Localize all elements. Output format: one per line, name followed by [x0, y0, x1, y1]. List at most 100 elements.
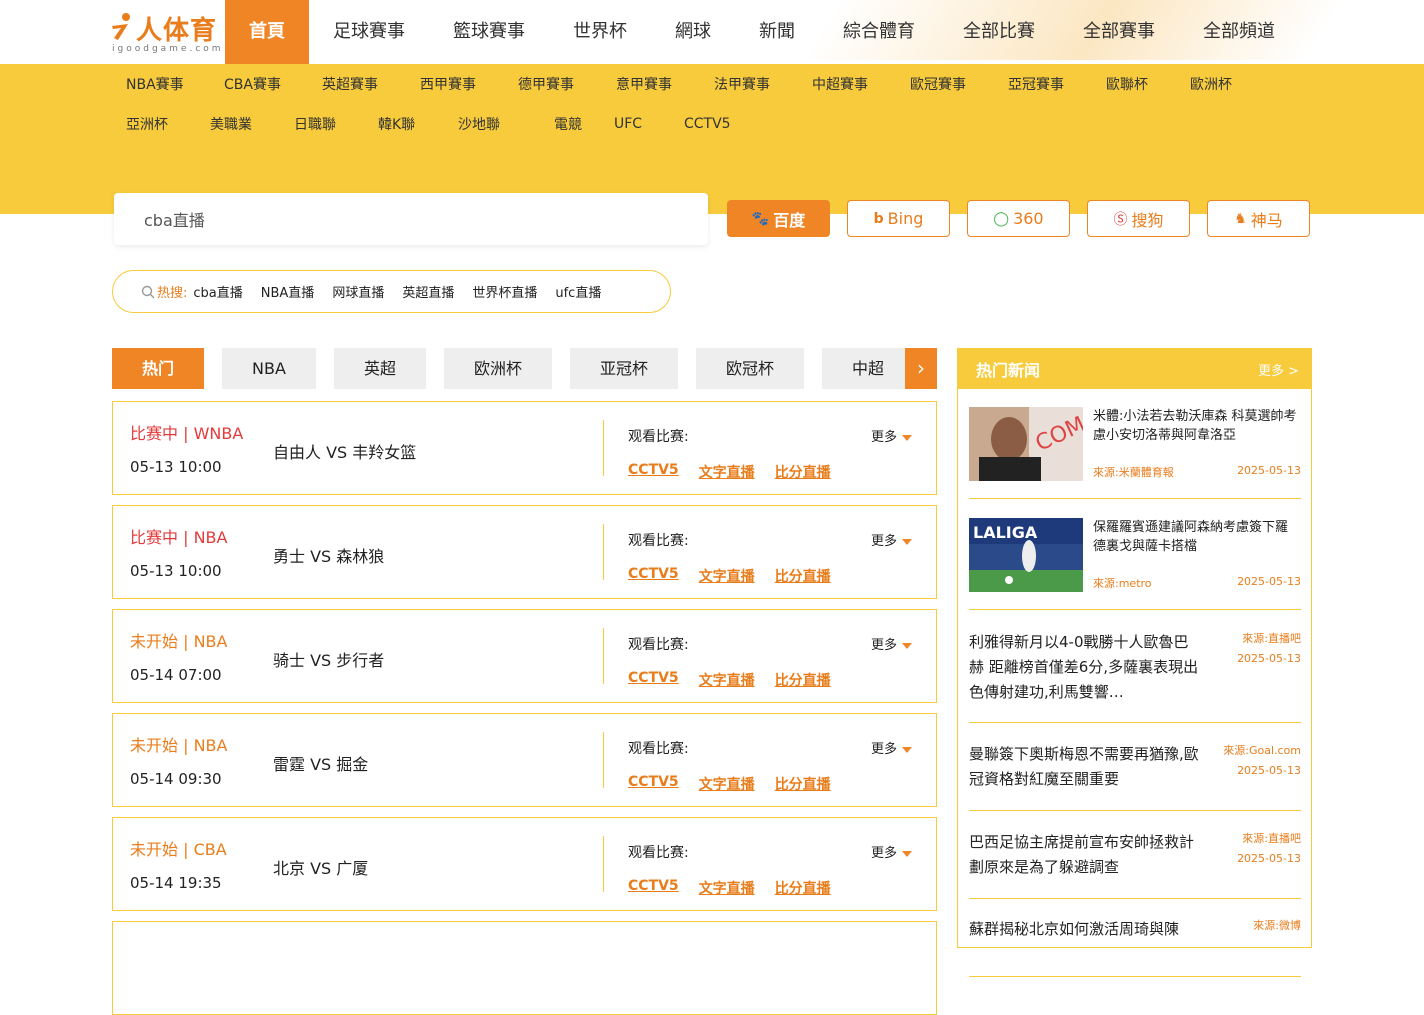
news-headline[interactable]: 保羅羅賓遜建議阿森納考慮簽下羅德裏戈與薩卡搭檔 [1093, 518, 1298, 556]
link-text-live[interactable]: 文字直播 [699, 670, 755, 690]
hot-keyword[interactable]: cba直播 [193, 282, 242, 301]
nav-worldcup[interactable]: 世界杯 [549, 0, 651, 64]
subnav-item[interactable]: 日職聯 [280, 114, 364, 134]
nav-all-channels[interactable]: 全部頻道 [1179, 0, 1299, 64]
news-item[interactable]: 曼聯簽下奧斯梅恩不需要再猶豫,歐冠資格對紅魔至關重要 來源:Goal.com 2… [969, 742, 1301, 811]
match-card[interactable]: 比赛中 | WNBA 05-13 10:00 自由人 VS 丰羚女篮 观看比赛:… [112, 401, 937, 495]
match-teams[interactable]: 北京 VS 广厦 [273, 855, 368, 879]
subnav-item[interactable]: 亞洲杯 [112, 114, 196, 134]
news-item[interactable]: LALIGA 保羅羅賓遜建議阿森納考慮簽下羅德裏戈與薩卡搭檔 來源:metro … [969, 518, 1301, 610]
match-card[interactable] [112, 921, 937, 1015]
engine-sogou-button[interactable]: Ⓢ 搜狗 [1087, 200, 1190, 237]
match-teams[interactable]: 雷霆 VS 掘金 [273, 751, 368, 775]
nav-basketball[interactable]: 籃球賽事 [429, 0, 549, 64]
nav-all-events[interactable]: 全部賽事 [1059, 0, 1179, 64]
link-cctv5[interactable]: CCTV5 [628, 462, 679, 482]
link-score-live[interactable]: 比分直播 [775, 774, 831, 794]
news-headline[interactable]: 米體:小法若去勒沃庫森 科莫選帥考慮小安切洛蒂與阿韋洛亞 [1093, 407, 1298, 445]
more-dropdown[interactable]: 更多 [871, 842, 913, 861]
link-cctv5[interactable]: CCTV5 [628, 566, 679, 586]
subnav-item[interactable]: 歐冠賽事 [896, 74, 994, 94]
subnav-item[interactable]: 英超賽事 [308, 74, 406, 94]
news-thumbnail[interactable]: LALIGA [969, 518, 1083, 592]
news-headline[interactable]: 曼聯簽下奧斯梅恩不需要再猶豫,歐冠資格對紅魔至關重要 [969, 742, 1199, 792]
nav-news[interactable]: 新聞 [735, 0, 819, 64]
tab-csl[interactable]: 中超 [822, 348, 914, 389]
subnav-item[interactable]: NBA賽事 [112, 74, 210, 94]
hot-keyword[interactable]: 世界杯直播 [472, 282, 537, 301]
more-dropdown[interactable]: 更多 [871, 738, 913, 757]
subnav-item[interactable]: 沙地聯 [444, 114, 540, 134]
link-score-live[interactable]: 比分直播 [775, 462, 831, 482]
more-dropdown[interactable]: 更多 [871, 634, 913, 653]
news-source: 來源:Goal.com [1223, 744, 1301, 757]
news-more-link[interactable]: 更多 > [1258, 360, 1299, 379]
match-card[interactable]: 比赛中 | NBA 05-13 10:00 勇士 VS 森林狼 观看比赛: 更多… [112, 505, 937, 599]
engine-baidu-button[interactable]: 🐾 百度 [727, 200, 830, 237]
news-item[interactable]: 巴西足協主席提前宣布安帥拯救計劃原來是為了躲避調查 來源:直播吧 2025-05… [969, 830, 1301, 899]
news-item[interactable]: 利雅得新月以4-0戰勝十人歐魯巴赫 距離榜首僅差6分,多薩裏表現出色傳射建功,利… [969, 630, 1301, 723]
link-text-live[interactable]: 文字直播 [699, 774, 755, 794]
tabs-next-arrow-icon[interactable]: › [905, 348, 937, 389]
match-teams[interactable]: 自由人 VS 丰羚女篮 [273, 439, 416, 463]
subnav-item[interactable]: UFC [600, 116, 670, 132]
link-cctv5[interactable]: CCTV5 [628, 670, 679, 690]
hot-keyword[interactable]: ufc直播 [555, 282, 601, 301]
match-teams[interactable]: 骑士 VS 步行者 [273, 647, 384, 671]
news-thumbnail[interactable]: COMO [969, 407, 1083, 481]
subnav-item[interactable]: 韓K聯 [364, 114, 444, 134]
nav-general[interactable]: 綜合體育 [819, 0, 939, 64]
news-item[interactable]: 蘇群揭秘北京如何激活周琦與陳 來源:微博 [969, 917, 1301, 977]
engine-360-button[interactable]: ◯ 360 [967, 200, 1070, 237]
hot-keyword[interactable]: NBA直播 [261, 282, 315, 301]
subnav-item[interactable]: 歐聯杯 [1092, 74, 1176, 94]
engine-shenma-button[interactable]: ♞ 神马 [1207, 200, 1310, 237]
hot-keyword[interactable]: 网球直播 [332, 282, 384, 301]
more-dropdown[interactable]: 更多 [871, 426, 913, 445]
search-input[interactable] [114, 193, 708, 245]
subnav-item[interactable]: 中超賽事 [798, 74, 896, 94]
news-headline[interactable]: 蘇群揭秘北京如何激活周琦與陳 [969, 917, 1199, 942]
match-card[interactable]: 未开始 | NBA 05-14 07:00 骑士 VS 步行者 观看比赛: 更多… [112, 609, 937, 703]
link-score-live[interactable]: 比分直播 [775, 670, 831, 690]
hot-keyword[interactable]: 英超直播 [402, 282, 454, 301]
engine-bing-button[interactable]: b Bing [847, 200, 950, 237]
match-time: 05-14 19:35 [130, 874, 222, 892]
tab-afc-cup[interactable]: 亚冠杯 [570, 348, 678, 389]
site-logo[interactable]: 人体育 igoodgame.com [110, 8, 221, 56]
news-item[interactable]: COMO 米體:小法若去勒沃庫森 科莫選帥考慮小安切洛蒂與阿韋洛亞 來源:米蘭體… [969, 407, 1301, 499]
nav-all-matches[interactable]: 全部比賽 [939, 0, 1059, 64]
news-headline[interactable]: 利雅得新月以4-0戰勝十人歐魯巴赫 距離榜首僅差6分,多薩裏表現出色傳射建功,利… [969, 630, 1199, 705]
subnav-item[interactable]: 美職業 [196, 114, 280, 134]
link-cctv5[interactable]: CCTV5 [628, 774, 679, 794]
link-score-live[interactable]: 比分直播 [775, 566, 831, 586]
nav-home[interactable]: 首頁 [225, 0, 309, 64]
match-card[interactable]: 未开始 | NBA 05-14 09:30 雷霆 VS 掘金 观看比赛: 更多 … [112, 713, 937, 807]
subnav-item[interactable]: 亞冠賽事 [994, 74, 1092, 94]
watch-links: CCTV5 文字直播 比分直播 [628, 566, 851, 586]
subnav-item[interactable]: 歐洲杯 [1176, 74, 1256, 94]
subnav-item[interactable]: CBA賽事 [210, 74, 308, 94]
tab-nba[interactable]: NBA [222, 348, 316, 389]
more-dropdown[interactable]: 更多 [871, 530, 913, 549]
subnav-item[interactable]: 德甲賽事 [504, 74, 602, 94]
subnav-item[interactable]: 西甲賽事 [406, 74, 504, 94]
link-text-live[interactable]: 文字直播 [699, 566, 755, 586]
tab-ucl[interactable]: 欧冠杯 [696, 348, 804, 389]
link-cctv5[interactable]: CCTV5 [628, 878, 679, 898]
subnav-item[interactable]: 法甲賽事 [700, 74, 798, 94]
link-score-live[interactable]: 比分直播 [775, 878, 831, 898]
tab-premier-league[interactable]: 英超 [334, 348, 426, 389]
match-teams[interactable]: 勇士 VS 森林狼 [273, 543, 384, 567]
match-card[interactable]: 未开始 | CBA 05-14 19:35 北京 VS 广厦 观看比赛: 更多 … [112, 817, 937, 911]
subnav-item[interactable]: CCTV5 [670, 116, 750, 132]
link-text-live[interactable]: 文字直播 [699, 462, 755, 482]
link-text-live[interactable]: 文字直播 [699, 878, 755, 898]
news-headline[interactable]: 巴西足協主席提前宣布安帥拯救計劃原來是為了躲避調查 [969, 830, 1199, 880]
tab-euro-cup[interactable]: 欧洲杯 [444, 348, 552, 389]
subnav-item[interactable]: 意甲賽事 [602, 74, 700, 94]
tab-hot[interactable]: 热门 [112, 348, 204, 389]
nav-tennis[interactable]: 網球 [651, 0, 735, 64]
nav-football[interactable]: 足球賽事 [309, 0, 429, 64]
subnav-item[interactable]: 電競 [540, 114, 600, 134]
